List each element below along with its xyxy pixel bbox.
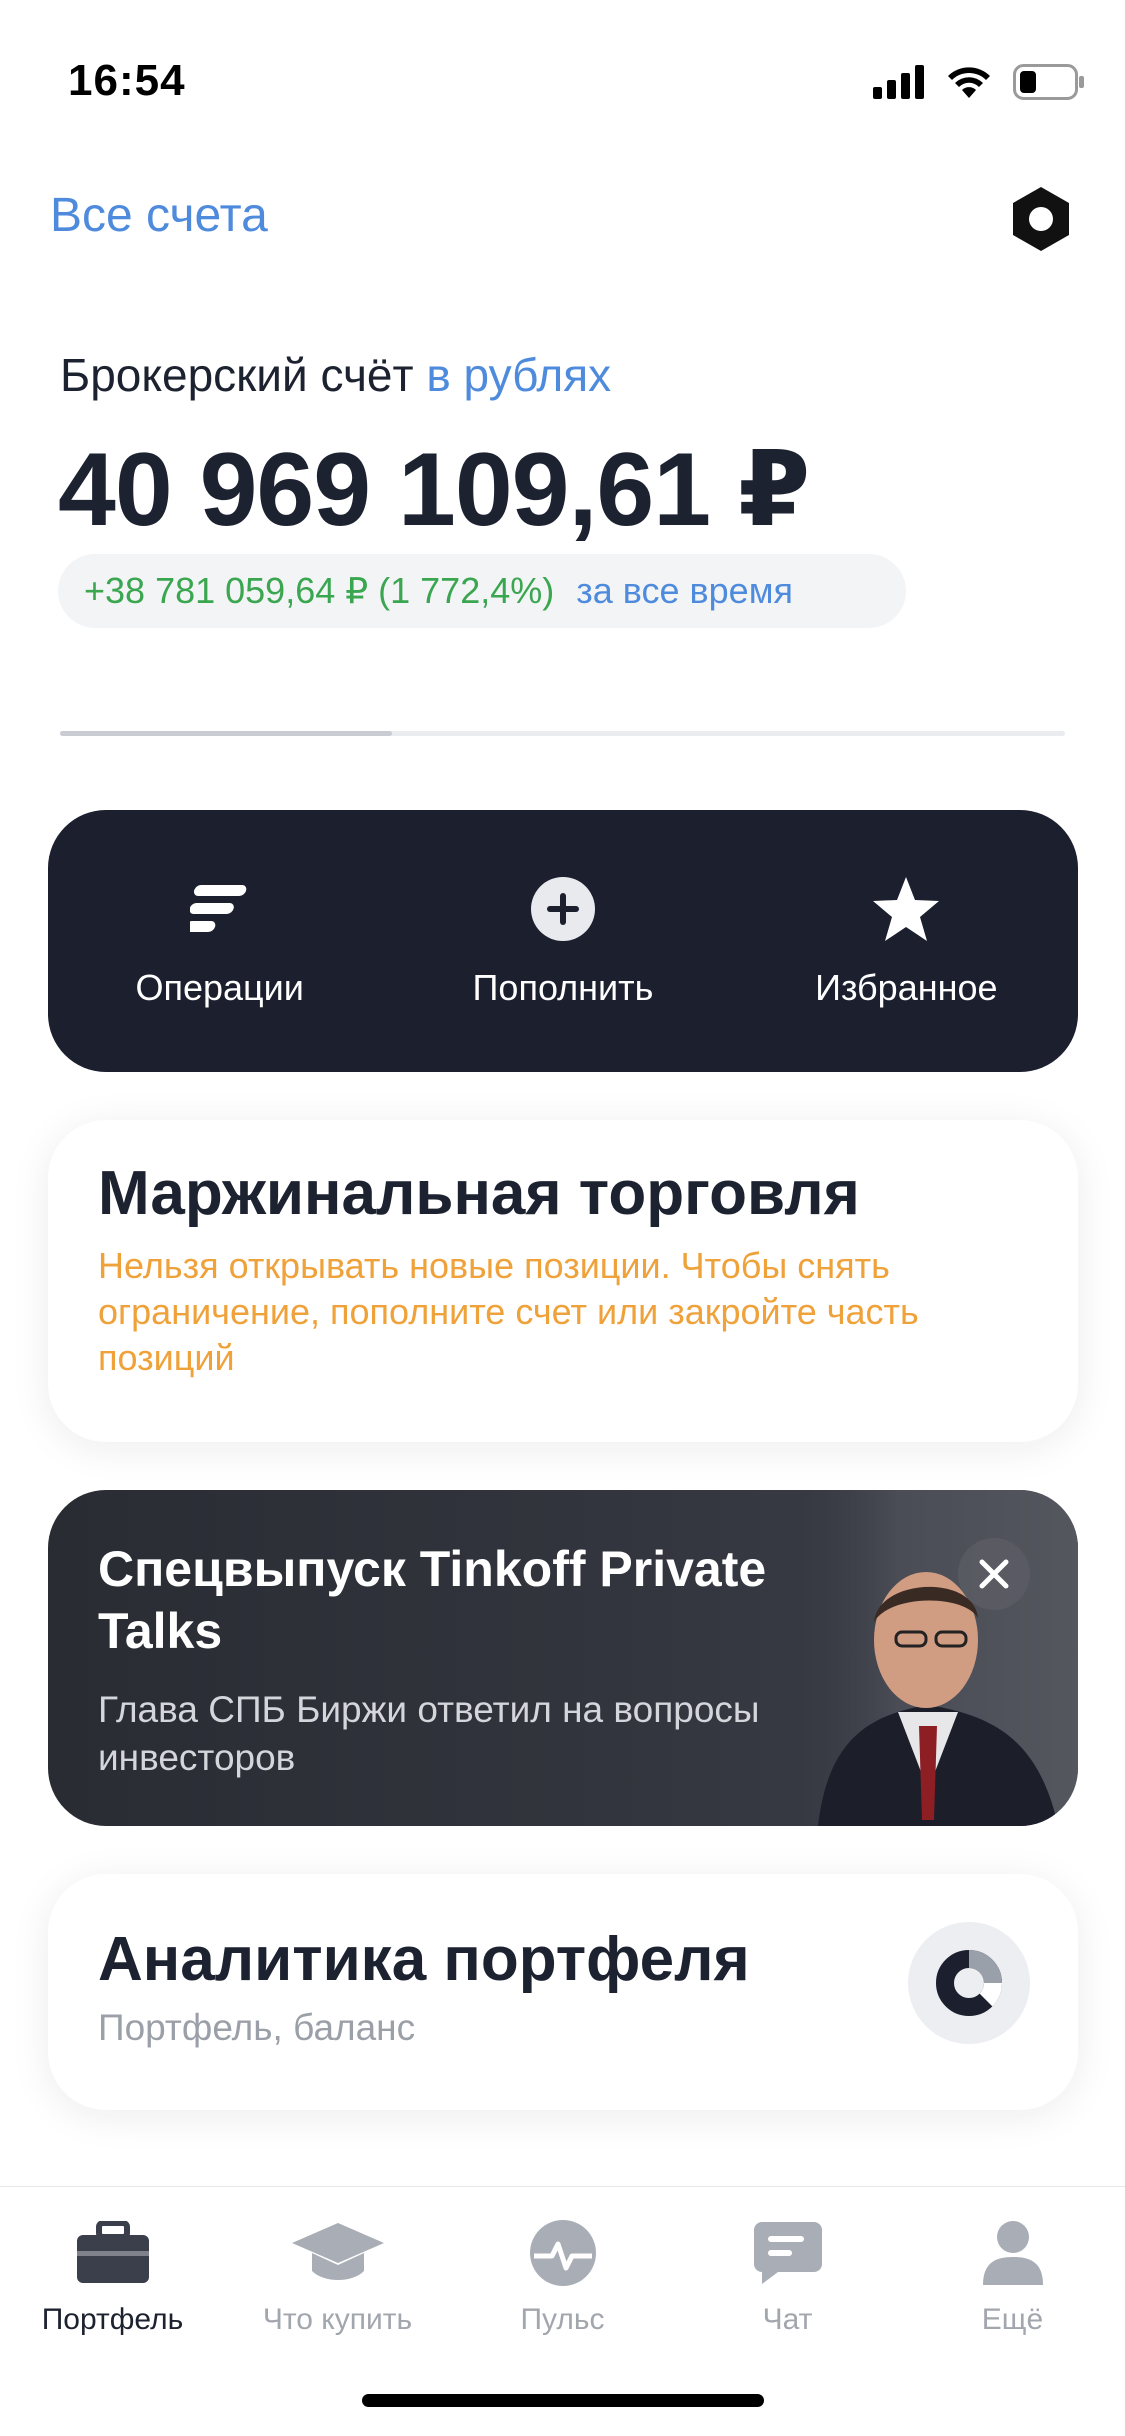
status-time: 16:54 (68, 56, 186, 105)
promo-card[interactable]: Спецвыпуск Tinkoff Private Talks Глава С… (48, 1490, 1078, 1826)
wifi-icon (948, 67, 990, 98)
promo-title: Спецвыпуск Tinkoff Private Talks (98, 1541, 767, 1659)
donut-chart-icon (908, 1922, 1030, 2044)
top-up-button[interactable]: Пополнить (413, 873, 713, 1009)
tab-what-to-buy[interactable]: Что купить (225, 2213, 450, 2337)
account-pager-indicator (60, 731, 392, 736)
account-label: Брокерский счёт в рублях (60, 348, 611, 402)
tab-label: Портфель (41, 2303, 184, 2336)
tab-pulse[interactable]: Пульс (450, 2213, 675, 2337)
analytics-title: Аналитика портфеля (98, 1925, 750, 1994)
promo-subtitle: Глава СПБ Биржи ответил на вопросы инвес… (98, 1689, 760, 1778)
margin-trading-card[interactable]: Маржинальная торговля Нельзя открывать н… (48, 1120, 1078, 1442)
tab-label: Чат (762, 2303, 813, 2336)
account-balance: 40 969 109,61 ₽ (58, 432, 810, 548)
account-pager (60, 731, 1065, 736)
profile-icon (963, 2213, 1063, 2293)
favorites-label: Избранное (815, 967, 998, 1008)
favorites-button[interactable]: Избранное (756, 873, 1056, 1009)
status-icons (873, 60, 1085, 104)
analytics-subtitle: Портфель, баланс (98, 2007, 416, 2048)
chat-icon (738, 2213, 838, 2293)
operations-icon (184, 873, 256, 945)
top-up-label: Пополнить (472, 967, 654, 1008)
tab-label: Пульс (520, 2303, 605, 2336)
tab-label: Ещё (981, 2303, 1044, 2336)
account-currency-link[interactable]: в рублях (426, 349, 611, 401)
star-icon (870, 873, 942, 945)
battery-icon (1013, 64, 1084, 100)
tab-label: Что купить (262, 2303, 413, 2336)
operations-button[interactable]: Операции (70, 873, 370, 1009)
graduation-cap-icon (288, 2213, 388, 2293)
profit-value: +38 781 059,64 ₽ (1 772,4%) (84, 570, 555, 611)
portfolio-analytics-card[interactable]: Аналитика портфеля Портфель, баланс (48, 1874, 1078, 2110)
plus-circle-icon (527, 873, 599, 945)
profit-period: за все время (576, 570, 793, 611)
pulse-icon (513, 2213, 613, 2293)
operations-label: Операции (135, 967, 304, 1008)
hexagon-settings-icon[interactable] (1006, 184, 1076, 254)
margin-trading-warning: Нельзя открывать новые позиции. Чтобы сн… (98, 1245, 919, 1378)
tab-chat[interactable]: Чат (675, 2213, 900, 2337)
all-accounts-link[interactable]: Все счета (50, 188, 268, 243)
profit-pill[interactable]: +38 781 059,64 ₽ (1 772,4%) за все время (58, 554, 906, 628)
briefcase-icon (63, 2213, 163, 2293)
tab-more[interactable]: Ещё (900, 2213, 1125, 2337)
home-indicator[interactable] (362, 2394, 764, 2407)
signal-icon (873, 65, 924, 99)
margin-trading-title: Маржинальная торговля (98, 1159, 860, 1228)
promo-close-button[interactable] (958, 1538, 1030, 1610)
tab-portfolio[interactable]: Портфель (0, 2213, 225, 2337)
account-type: Брокерский счёт (60, 349, 414, 401)
quick-actions-panel: Операции Пополнить Избранное (48, 810, 1078, 1072)
close-icon (979, 1559, 1009, 1589)
status-bar: 16:54 (0, 0, 1125, 140)
